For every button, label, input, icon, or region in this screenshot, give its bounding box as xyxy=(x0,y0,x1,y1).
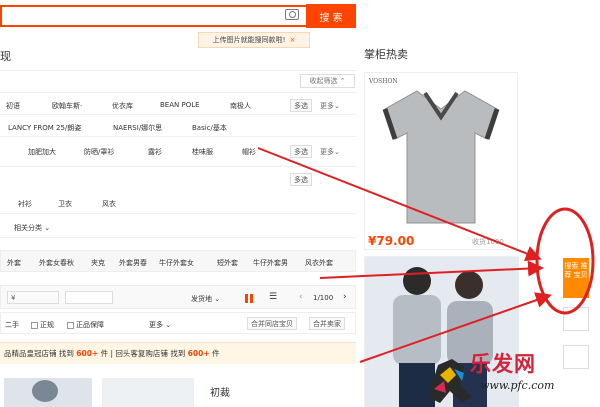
product-sold: 收货1000 xyxy=(472,238,504,246)
style-item[interactable]: 防晒/罩衫 xyxy=(84,147,114,157)
tshirt-image xyxy=(382,90,500,224)
brand-item[interactable]: Basic/基本 xyxy=(192,123,227,133)
section-title: 现 xyxy=(0,50,11,63)
more-button[interactable]: 更多⌄ xyxy=(320,147,340,157)
search-input[interactable] xyxy=(0,5,306,27)
checkbox-icon[interactable] xyxy=(31,321,38,329)
merge-seller-button[interactable]: 合并卖家 xyxy=(309,317,345,330)
list-view-icon[interactable]: ☰ xyxy=(269,292,277,302)
style-item[interactable]: 加肥加大 xyxy=(28,147,56,157)
related-search-item[interactable]: 短外套 xyxy=(217,258,238,268)
hot-sale-title: 掌柜热卖 xyxy=(364,48,408,61)
filter-label: 正品保障 xyxy=(76,321,104,329)
more-button[interactable]: 更多 ⌄ xyxy=(149,320,171,330)
sort-bar: ¥ 发货地 ⌄ ☰ ‹ 1/100 › xyxy=(0,285,356,309)
product-brand: VOSHON xyxy=(369,78,398,85)
watermark-text: 乐发网 xyxy=(470,351,536,376)
related-search-item[interactable]: 风衣外套 xyxy=(305,258,333,268)
style-item[interactable]: 帽衫 xyxy=(242,147,256,157)
related-search-item[interactable]: 牛仔外套女 xyxy=(159,258,194,268)
brand-row-2: LANCY FROM 25/朗姿 NAERSI/娜尔思 Basic/基本 xyxy=(0,115,356,137)
related-category-dropdown[interactable]: 相关分类 ⌄ xyxy=(14,223,50,233)
price-range-input[interactable]: ¥ xyxy=(7,291,59,304)
banner-text: 品精品皇冠店铺 找到 600+ 件 | 回头客复购店铺 找到 600+ 件 xyxy=(4,349,220,358)
brand-item[interactable]: LANCY FROM 25/朗姿 xyxy=(8,123,81,133)
hot-product-card[interactable]: VOSHON xyxy=(364,72,518,250)
product-thumbnail[interactable] xyxy=(102,378,194,407)
camera-icon[interactable] xyxy=(285,9,299,20)
category-row: 相关分类 ⌄ xyxy=(0,216,356,238)
side-widget[interactable] xyxy=(563,307,589,331)
related-search-row: 外套 外套女春秋 夹克 外套男春 牛仔外套女 短外套 牛仔外套男 风衣外套 xyxy=(0,250,356,272)
price-range-input-2[interactable] xyxy=(65,291,113,304)
related-search-item[interactable]: 夹克 xyxy=(91,258,105,268)
multi-select-button[interactable]: 多选 xyxy=(290,145,312,158)
type-row: 衬衫 卫衣 风衣 xyxy=(0,192,356,214)
prev-page-icon[interactable]: ‹ xyxy=(299,292,303,302)
multi-select-button[interactable]: 多选 xyxy=(290,173,312,186)
collapse-filter-button[interactable]: 收起筛选 ⌃ xyxy=(300,74,355,88)
recommend-side-button[interactable]: 搜索 推荐 宝贝 xyxy=(563,258,589,298)
brand-item[interactable]: 优衣库 xyxy=(112,101,133,111)
brand-row-1: 初语 欧翰车斯· 优衣库 BEAN POLE 南极人 多选 更多⌄ xyxy=(0,93,356,115)
style-item[interactable]: 桂味服 xyxy=(192,147,213,157)
grid-view-icon[interactable] xyxy=(245,294,254,303)
page-indicator: 1/100 xyxy=(313,294,334,302)
screenshot: 搜 索 上传图片就能搜同款啦! × 现 掌柜热卖 初语 欧翰车斯· 优衣库 BE… xyxy=(0,0,600,407)
watermark-url: www.pfc.com xyxy=(480,379,555,392)
brand-item[interactable]: BEAN POLE xyxy=(160,101,200,109)
style-row: 加肥加大 防晒/罩衫 露衫 桂味服 帽衫 多选 更多⌄ xyxy=(0,137,356,167)
type-item[interactable]: 风衣 xyxy=(102,199,116,209)
close-icon[interactable]: × xyxy=(289,36,295,44)
filter-checkbox[interactable]: 正品保障 xyxy=(67,320,104,330)
related-search-item[interactable]: 外套 xyxy=(7,258,21,268)
brand-item[interactable]: NAERSI/娜尔思 xyxy=(113,123,162,133)
type-item[interactable]: 衬衫 xyxy=(18,199,32,209)
next-page-icon[interactable]: › xyxy=(343,292,347,302)
type-item[interactable]: 卫衣 xyxy=(58,199,72,209)
service-filter-bar: 二手 正规 正品保障 更多 ⌄ 合并同店宝贝 合并卖家 xyxy=(0,312,356,334)
filter-label: 正规 xyxy=(40,321,54,329)
merge-store-button[interactable]: 合并同店宝贝 xyxy=(247,317,297,330)
filter-checkbox[interactable]: 正规 xyxy=(31,320,54,330)
filter-used[interactable]: 二手 xyxy=(5,320,19,330)
brand-item[interactable]: 初语 xyxy=(6,101,20,111)
brand-item[interactable]: 欧翰车斯· xyxy=(52,101,82,111)
related-search-item[interactable]: 外套男春 xyxy=(119,258,147,268)
search-button[interactable]: 搜 索 xyxy=(306,4,356,28)
product-price: ¥79.00 xyxy=(368,234,415,248)
brand-item[interactable]: 南极人 xyxy=(230,101,251,111)
product-grid: 初裁 xyxy=(0,370,356,407)
checkbox-icon[interactable] xyxy=(67,321,74,329)
store-banner[interactable]: 品精品皇冠店铺 找到 600+ 件 | 回头客复购店铺 找到 600+ 件 xyxy=(0,342,356,364)
shipping-location-dropdown[interactable]: 发货地 ⌄ xyxy=(191,294,220,304)
image-search-tip: 上传图片就能搜同款啦! × xyxy=(198,32,310,48)
multi-select-button[interactable]: 多选 xyxy=(290,99,312,112)
tip-text: 上传图片就能搜同款啦! xyxy=(212,36,286,44)
product-thumbnail[interactable] xyxy=(4,378,92,407)
style-item[interactable]: 露衫 xyxy=(148,147,162,157)
related-search-item[interactable]: 牛仔外套男 xyxy=(253,258,288,268)
related-search-item[interactable]: 外套女春秋 xyxy=(39,258,74,268)
product-image xyxy=(32,380,58,402)
product-title[interactable]: 初裁 xyxy=(210,384,230,399)
more-button[interactable]: 更多⌄ xyxy=(320,101,340,111)
